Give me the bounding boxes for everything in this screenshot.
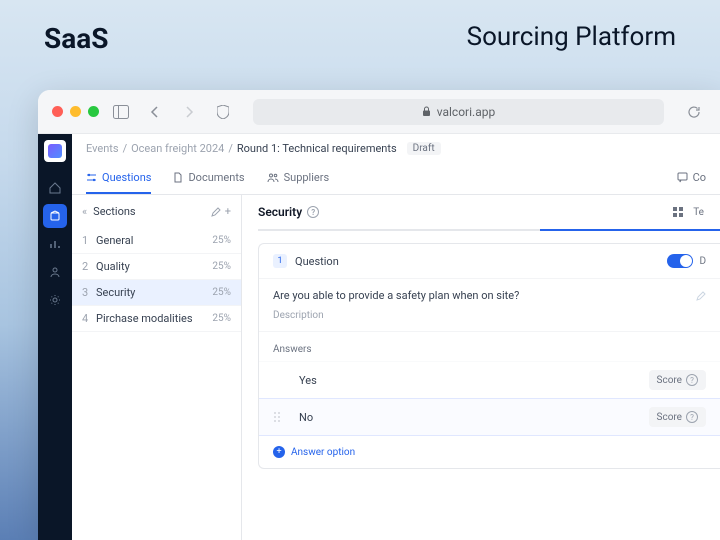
question-label: Question <box>295 255 339 268</box>
answer-row[interactable]: Yes Score ? <box>259 361 720 398</box>
description-label[interactable]: Description <box>259 306 720 331</box>
tab-label: Suppliers <box>284 171 330 184</box>
section-row-security[interactable]: 3 Security 25% <box>72 280 241 306</box>
browser-chrome: valcori.app <box>38 90 720 134</box>
section-row-purchase[interactable]: 4 Pirchase modalities 25% <box>72 306 241 332</box>
sections-panel: « Sections + 1 General 25% 2 <box>72 195 242 540</box>
url-bar[interactable]: valcori.app <box>253 99 664 125</box>
rail-item-events[interactable] <box>43 204 67 228</box>
reload-button[interactable] <box>682 100 706 124</box>
question-text[interactable]: Are you able to provide a safety plan wh… <box>273 289 519 302</box>
users-icon <box>267 172 279 183</box>
answers-label: Answers <box>259 332 720 361</box>
tab-label: Co <box>693 171 706 184</box>
info-icon: ? <box>686 374 698 386</box>
tab-suppliers[interactable]: Suppliers <box>267 163 330 194</box>
info-icon[interactable]: ? <box>307 206 319 218</box>
comment-icon <box>677 172 688 183</box>
content-panel: Security ? Te 1 Question <box>242 195 720 540</box>
rail-item-home[interactable] <box>43 176 67 200</box>
rail-item-settings[interactable] <box>43 288 67 312</box>
add-section-button[interactable]: + <box>225 205 231 218</box>
content-tool-label[interactable]: Te <box>693 207 704 218</box>
score-button[interactable]: Score ? <box>649 407 706 427</box>
question-number: 1 <box>273 254 287 268</box>
window-close-light[interactable] <box>52 106 63 117</box>
shield-icon[interactable] <box>211 100 235 124</box>
page-tabs: Questions Documents Suppliers Co <box>72 163 720 195</box>
content-title: Security <box>258 205 302 219</box>
hero-title-left: SaaS <box>44 22 108 55</box>
nav-back-button[interactable] <box>143 100 167 124</box>
question-card: 1 Question D Are you able to provide a s… <box>258 243 720 469</box>
app-logo[interactable] <box>44 140 66 162</box>
tab-questions[interactable]: Questions <box>86 163 151 194</box>
url-text: valcori.app <box>437 105 495 119</box>
answer-value[interactable]: No <box>293 411 649 424</box>
edit-icon[interactable] <box>211 207 221 217</box>
add-answer-label: Answer option <box>291 447 355 458</box>
section-row-quality[interactable]: 2 Quality 25% <box>72 254 241 280</box>
nav-forward-button[interactable] <box>177 100 201 124</box>
hero-title-right: Sourcing Platform <box>467 22 676 55</box>
add-answer-button[interactable]: + Answer option <box>259 436 720 468</box>
collapse-icon[interactable]: « <box>82 205 87 218</box>
breadcrumb: Events / Ocean freight 2024 / Round 1: T… <box>72 134 720 163</box>
document-icon <box>173 172 183 183</box>
pencil-icon[interactable] <box>696 291 706 301</box>
breadcrumb-event[interactable]: Ocean freight 2024 <box>131 142 224 155</box>
score-button[interactable]: Score ? <box>649 370 706 390</box>
rail-item-analytics[interactable] <box>43 232 67 256</box>
tab-label: Questions <box>102 171 151 184</box>
sliders-icon <box>86 172 97 183</box>
sidebar-toggle-button[interactable] <box>109 100 133 124</box>
breadcrumb-current: Round 1: Technical requirements <box>237 142 397 155</box>
browser-window: valcori.app Events / Ocean freight 2024 <box>38 90 720 540</box>
tab-label: Documents <box>188 171 244 184</box>
sections-title: Sections <box>93 205 135 218</box>
window-minimize-light[interactable] <box>70 106 81 117</box>
toggle-label: D <box>699 256 706 267</box>
lock-icon <box>422 106 431 117</box>
info-icon: ? <box>686 411 698 423</box>
breadcrumb-root[interactable]: Events <box>86 142 119 155</box>
answer-value[interactable]: Yes <box>293 374 649 387</box>
answer-row[interactable]: No Score ? <box>259 398 720 436</box>
window-maximize-light[interactable] <box>88 106 99 117</box>
grid-icon[interactable] <box>673 207 683 217</box>
nav-rail <box>38 134 72 540</box>
tab-comments[interactable]: Co <box>677 163 706 194</box>
drag-handle-icon[interactable] <box>273 411 287 423</box>
tab-documents[interactable]: Documents <box>173 163 244 194</box>
rail-item-suppliers[interactable] <box>43 260 67 284</box>
plus-icon: + <box>273 446 285 458</box>
question-toggle[interactable] <box>667 254 693 268</box>
status-badge: Draft <box>407 142 441 155</box>
section-row-general[interactable]: 1 General 25% <box>72 228 241 254</box>
